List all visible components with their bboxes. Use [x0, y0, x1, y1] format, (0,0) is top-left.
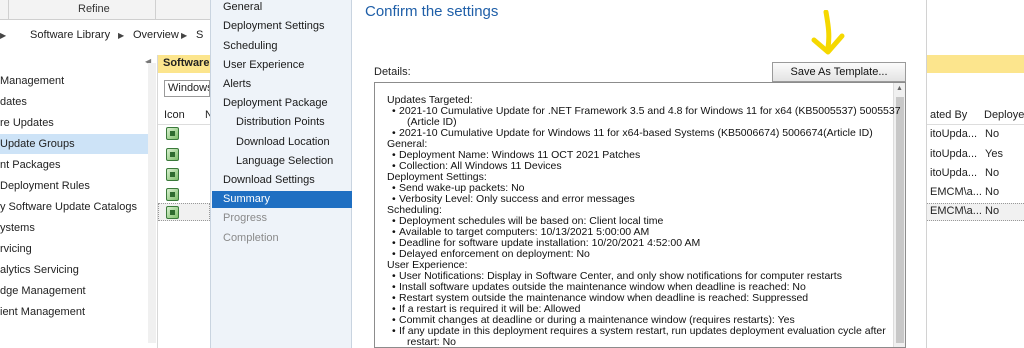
nav-item-updates[interactable]: dates	[0, 92, 152, 112]
ribbon-bar: Refine	[0, 0, 210, 20]
details-textbox[interactable]: ▲ Updates Targeted:2021-10 Cumulative Up…	[374, 82, 906, 348]
cell-created-by[interactable]: EMCM\a...	[930, 205, 982, 217]
cell-deployed[interactable]: No	[985, 205, 999, 217]
update-group-icon[interactable]	[166, 148, 179, 161]
cell-deployed[interactable]: No	[985, 128, 999, 140]
update-groups-list-columns: ated By Deployed itoUpda... No itoUpda..…	[927, 55, 1024, 348]
list-header	[927, 55, 1024, 73]
breadcrumb-software-library[interactable]: Software Library	[30, 29, 110, 41]
breadcrumb-arrow-icon[interactable]: ▶	[118, 31, 124, 40]
nav-item-software-updates[interactable]: re Updates	[0, 113, 152, 133]
ribbon-divider	[155, 0, 156, 20]
wizard-step-download-settings[interactable]: Download Settings	[223, 174, 315, 186]
left-navigation-tree: ◀ Management dates re Updates Update Gro…	[0, 55, 158, 348]
wizard-step-progress: Progress	[223, 212, 268, 224]
details-line: 2021-10 Cumulative Update for .NET Frame…	[392, 106, 901, 118]
scrollbar-thumb[interactable]	[896, 97, 904, 343]
breadcrumb-overview[interactable]: Overview	[133, 29, 179, 41]
breadcrumb-arrow-icon[interactable]: ▶	[181, 31, 187, 40]
wizard-step-deployment-package[interactable]: Deployment Package	[223, 97, 328, 109]
nav-item-management[interactable]: Management	[0, 71, 152, 91]
nav-scrollbar[interactable]	[148, 63, 156, 343]
nav-item-edge-management[interactable]: dge Management	[0, 281, 152, 301]
nav-item-servicing[interactable]: rvicing	[0, 239, 152, 259]
details-line: If any update in this deployment require…	[392, 326, 886, 338]
save-as-template-button[interactable]: Save As Template...	[772, 62, 906, 82]
wizard-step-alerts[interactable]: Alerts	[223, 78, 251, 90]
sccm-console-window: Refine ▶ Software Library ▶ Overview ▶ S…	[0, 0, 1024, 348]
nav-item-deployment-packages[interactable]: nt Packages	[0, 155, 152, 175]
list-column-headers: ated By Deployed	[927, 105, 1024, 125]
update-groups-list: Software U Windows Icon N	[158, 55, 213, 348]
nav-item-deployment-rules[interactable]: Deployment Rules	[0, 176, 152, 196]
list-column-headers: Icon N	[158, 105, 213, 125]
breadcrumb-arrow-icon[interactable]: ▶	[0, 31, 6, 40]
annotation-arrow-icon	[811, 10, 845, 55]
wizard-steps-nav: General Deployment Settings Scheduling U…	[210, 0, 352, 348]
nav-item-update-groups[interactable]: Update Groups	[0, 134, 152, 154]
wizard-step-distribution-points[interactable]: Distribution Points	[236, 116, 325, 128]
update-group-icon[interactable]	[166, 188, 179, 201]
nav-item-client-management[interactable]: ient Management	[0, 302, 152, 322]
breadcrumb-overflow[interactable]: S	[196, 29, 203, 41]
update-group-icon[interactable]	[166, 127, 179, 140]
nav-item-analytics-servicing[interactable]: alytics Servicing	[0, 260, 152, 280]
details-scrollbar[interactable]: ▲	[893, 83, 905, 347]
ribbon-divider	[8, 0, 9, 20]
list-header: Software U	[158, 55, 210, 73]
column-header-created-by[interactable]: ated By	[930, 109, 967, 121]
wizard-step-scheduling[interactable]: Scheduling	[223, 40, 277, 52]
cell-deployed[interactable]: No	[985, 167, 999, 179]
cell-created-by[interactable]: itoUpda...	[930, 167, 977, 179]
wizard-step-general[interactable]: General	[223, 1, 262, 13]
page-title: Confirm the settings	[365, 3, 499, 20]
details-line: 2021-10 Cumulative Update for Windows 11…	[392, 128, 873, 140]
column-header-icon[interactable]: Icon	[164, 109, 185, 121]
cell-created-by[interactable]: EMCM\a...	[930, 186, 982, 198]
wizard-step-language-selection[interactable]: Language Selection	[236, 155, 333, 167]
wizard-step-user-experience[interactable]: User Experience	[223, 59, 304, 71]
cell-created-by[interactable]: itoUpda...	[930, 128, 977, 140]
column-header-deployed[interactable]: Deployed	[984, 109, 1024, 121]
cell-deployed[interactable]: Yes	[985, 148, 1003, 160]
update-group-icon[interactable]	[166, 206, 179, 219]
nav-item-update-catalogs[interactable]: y Software Update Catalogs	[0, 197, 152, 217]
wizard-step-summary[interactable]: Summary	[223, 193, 270, 205]
update-group-icon[interactable]	[166, 168, 179, 181]
cell-deployed[interactable]: No	[985, 186, 999, 198]
wizard-step-completion: Completion	[223, 232, 279, 244]
search-input[interactable]: Windows	[164, 80, 210, 97]
ribbon-tab-refine[interactable]: Refine	[78, 3, 110, 15]
wizard-step-deployment-settings[interactable]: Deployment Settings	[223, 20, 325, 32]
cell-created-by[interactable]: itoUpda...	[930, 148, 977, 160]
scroll-up-icon[interactable]: ▲	[896, 85, 903, 92]
nav-item-operating-systems[interactable]: ystems	[0, 218, 152, 238]
details-label: Details:	[374, 66, 411, 78]
breadcrumb: ▶ Software Library ▶ Overview ▶ S	[0, 27, 210, 45]
wizard-step-download-location[interactable]: Download Location	[236, 136, 330, 148]
